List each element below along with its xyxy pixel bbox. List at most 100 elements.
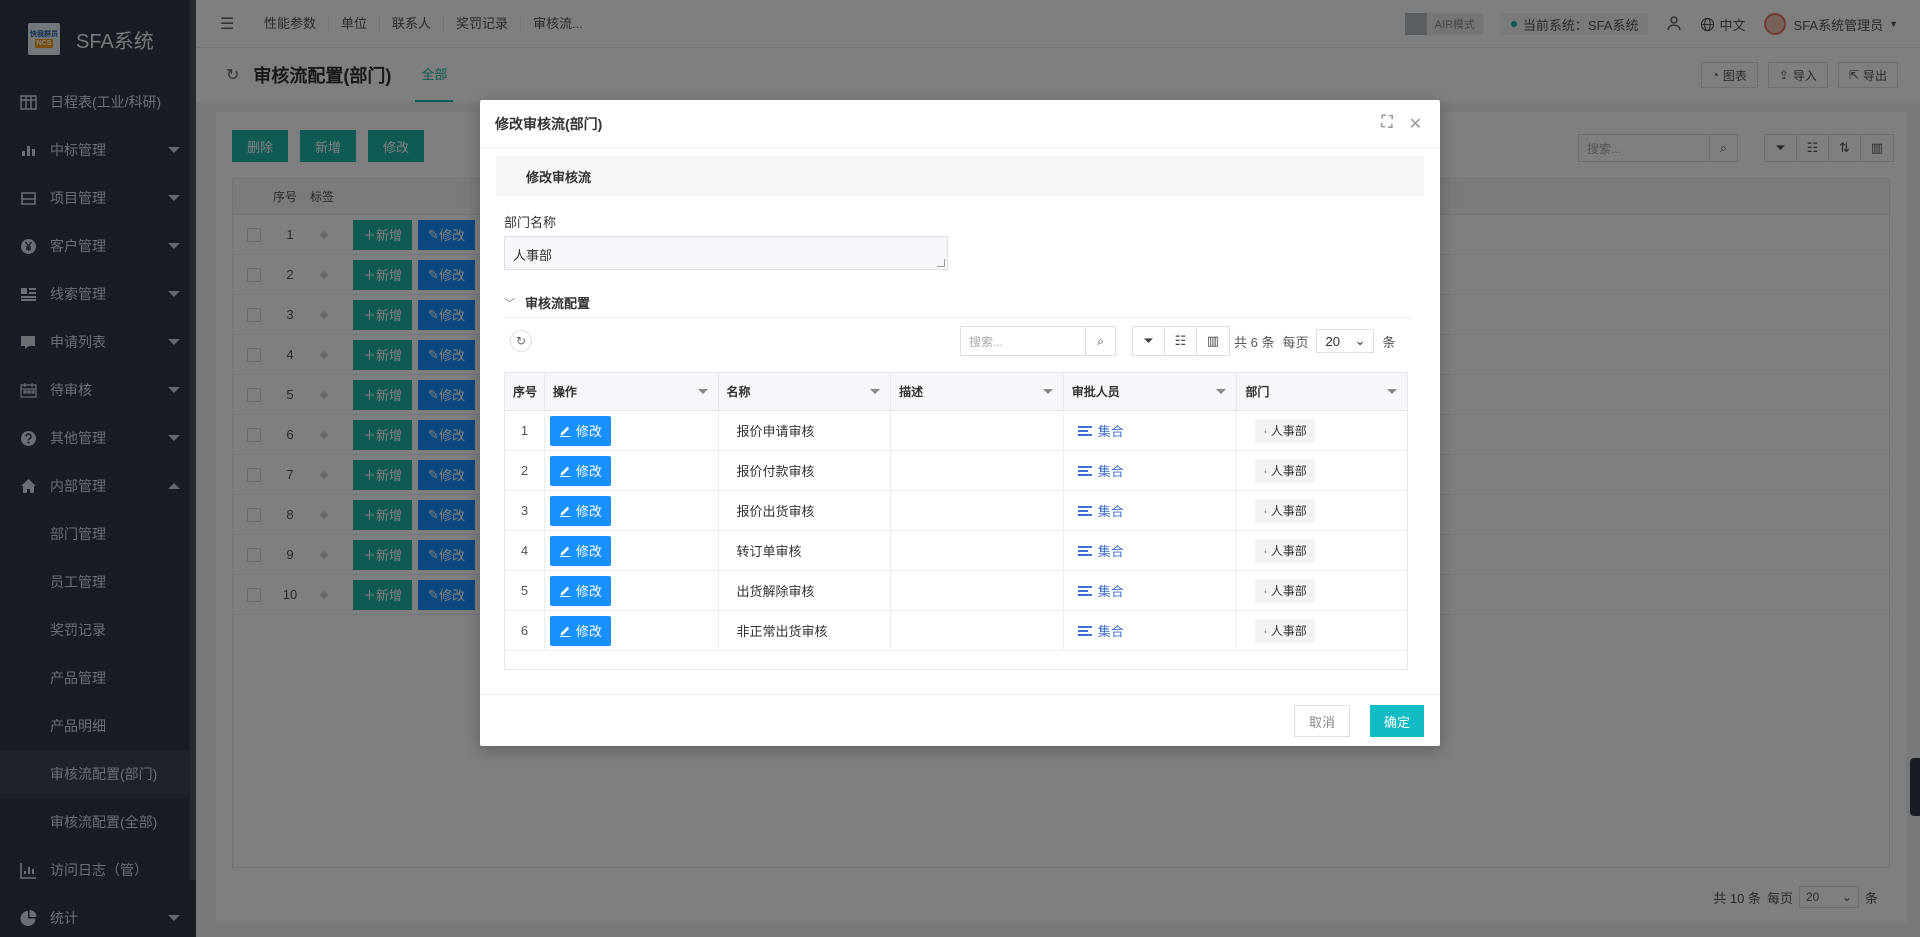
caret-down-icon <box>1386 389 1397 394</box>
row-edit-button[interactable]: 修改 <box>549 455 611 486</box>
row-description <box>891 451 1064 490</box>
dialog-pager-total: 共 6 条 <box>1234 334 1275 350</box>
row-edit-label: 修改 <box>575 584 602 599</box>
edit-icon <box>559 504 572 517</box>
caret-down-icon <box>1042 389 1053 394</box>
dialog-page-size-value: 20 <box>1325 333 1340 349</box>
cancel-button[interactable]: 取消 <box>1293 705 1350 737</box>
row-approver-label: 集合 <box>1097 504 1124 519</box>
approval-table-body: 1 修改 报价申请审核 集合 · 人事部 2 修改 报价付款审核 集合 · 人事部 3 修改 报价出货审… <box>505 411 1407 651</box>
row-name: 报价出货审核 <box>719 491 892 530</box>
row-description <box>891 491 1064 530</box>
row-number: 1 <box>505 411 545 450</box>
column-header-dept-label: 部门 <box>1245 385 1270 399</box>
row-approver-link[interactable]: 集合 <box>1064 451 1238 490</box>
app-root: 快我群员 NCS SFA系统 日程表(工业/科研)中标管理项目管理客户管理线索管… <box>0 0 1920 937</box>
row-number: 6 <box>505 611 545 650</box>
refresh-icon[interactable]: ↻ <box>510 330 532 352</box>
row-approver-label: 集合 <box>1097 584 1124 599</box>
edit-icon <box>559 544 572 557</box>
row-edit-button[interactable]: 修改 <box>549 615 611 646</box>
edit-icon <box>559 624 572 637</box>
edit-icon <box>559 424 572 437</box>
row-edit-button[interactable]: 修改 <box>549 415 611 446</box>
approval-table-row: 5 修改 出货解除审核 集合 · 人事部 <box>505 571 1407 611</box>
filter-icon[interactable]: ⏷ <box>1133 327 1165 355</box>
edit-approval-flow-dialog: 修改审核流(部门) ⛶ ✕ 修改审核流 部门名称 人事部 ﹀ 审核流配置 ↻ 搜… <box>480 100 1440 746</box>
row-approver-label: 集合 <box>1097 424 1124 439</box>
row-action-cell: 修改 <box>545 411 719 450</box>
row-number: 5 <box>505 571 545 610</box>
column-header-name[interactable]: 名称 <box>719 373 892 410</box>
row-description <box>891 571 1064 610</box>
columns-icon[interactable]: ☷ <box>1165 327 1197 355</box>
row-approver-link[interactable]: 集合 <box>1064 571 1238 610</box>
column-header-action-label: 操作 <box>552 385 577 399</box>
confirm-button[interactable]: 确定 <box>1369 705 1424 737</box>
edit-icon <box>559 464 572 477</box>
row-edit-button[interactable]: 修改 <box>549 575 611 606</box>
row-action-cell: 修改 <box>545 491 719 530</box>
dialog-pagination: 共 6 条 每页 20 ⌄ 条 <box>1234 326 1396 356</box>
close-icon[interactable]: ✕ <box>1409 114 1422 134</box>
row-approver-link[interactable]: 集合 <box>1064 491 1238 530</box>
row-dept-cell: · 人事部 <box>1237 451 1407 490</box>
approval-config-collapse[interactable]: ﹀ 审核流配置 <box>504 288 1412 318</box>
dialog-pager-unit: 条 <box>1382 334 1396 350</box>
dept-tag: · 人事部 <box>1255 618 1315 643</box>
row-description <box>891 411 1064 450</box>
list-icon <box>1077 585 1092 596</box>
row-edit-label: 修改 <box>575 424 602 439</box>
row-description <box>891 611 1064 650</box>
approval-config-title: 审核流配置 <box>525 296 591 311</box>
stats-icon[interactable]: ▥ <box>1197 327 1229 355</box>
column-header-name-label: 名称 <box>726 385 751 399</box>
approval-flow-table: 序号 操作 名称 描述 审批人员 部门 1 修改 报价申请审核 集合 · 人事部 2 修改报… <box>504 372 1408 670</box>
dialog-header: 修改审核流(部门) ⛶ ✕ <box>480 100 1440 148</box>
row-action-cell: 修改 <box>545 531 719 570</box>
approval-table-header: 序号 操作 名称 描述 审批人员 部门 <box>505 373 1407 411</box>
approval-table-row: 3 修改 报价出货审核 集合 · 人事部 <box>505 491 1407 531</box>
row-number: 2 <box>505 451 545 490</box>
row-approver-label: 集合 <box>1097 464 1124 479</box>
column-header-action[interactable]: 操作 <box>545 373 719 410</box>
row-dept-cell: · 人事部 <box>1237 611 1407 650</box>
row-action-cell: 修改 <box>545 451 719 490</box>
row-approver-link[interactable]: 集合 <box>1064 611 1238 650</box>
row-dept-cell: · 人事部 <box>1237 531 1407 570</box>
row-action-cell: 修改 <box>545 611 719 650</box>
row-dept-cell: · 人事部 <box>1237 411 1407 450</box>
search-icon[interactable]: ⌕ <box>1085 327 1115 355</box>
dept-name-field[interactable]: 人事部 <box>504 236 948 270</box>
row-name: 报价付款审核 <box>719 451 892 490</box>
row-approver-link[interactable]: 集合 <box>1064 531 1238 570</box>
row-edit-button[interactable]: 修改 <box>549 495 611 526</box>
dept-name-label: 部门名称 <box>504 215 557 230</box>
column-header-desc[interactable]: 描述 <box>891 373 1064 410</box>
row-action-cell: 修改 <box>545 571 719 610</box>
column-header-dept[interactable]: 部门 <box>1237 373 1407 410</box>
row-dept-cell: · 人事部 <box>1237 491 1407 530</box>
caret-down-icon <box>697 389 708 394</box>
row-approver-link[interactable]: 集合 <box>1064 411 1238 450</box>
chevron-down-icon: ﹀ <box>504 297 515 310</box>
dialog-search-placeholder: 搜索... <box>969 334 1004 349</box>
resize-grip-icon[interactable] <box>937 259 945 267</box>
row-edit-label: 修改 <box>575 544 602 559</box>
row-name: 转订单审核 <box>719 531 892 570</box>
column-header-no-label: 序号 <box>513 385 538 399</box>
row-edit-label: 修改 <box>575 464 602 479</box>
dialog-table-tools: ⏷ ☷ ▥ <box>1132 326 1230 356</box>
list-icon <box>1077 425 1092 436</box>
row-name: 出货解除审核 <box>719 571 892 610</box>
row-edit-button[interactable]: 修改 <box>549 535 611 566</box>
dialog-footer: 取消 确定 <box>480 694 1440 746</box>
column-header-approver[interactable]: 审批人员 <box>1064 373 1238 410</box>
row-approver-label: 集合 <box>1097 624 1124 639</box>
dialog-page-size-select[interactable]: 20 ⌄ <box>1316 329 1375 353</box>
row-name: 报价申请审核 <box>719 411 892 450</box>
dialog-search-input[interactable]: 搜索... ⌕ <box>960 326 1116 356</box>
column-header-no: 序号 <box>505 373 545 410</box>
list-icon <box>1077 545 1092 556</box>
maximize-icon[interactable]: ⛶ <box>1381 114 1392 134</box>
